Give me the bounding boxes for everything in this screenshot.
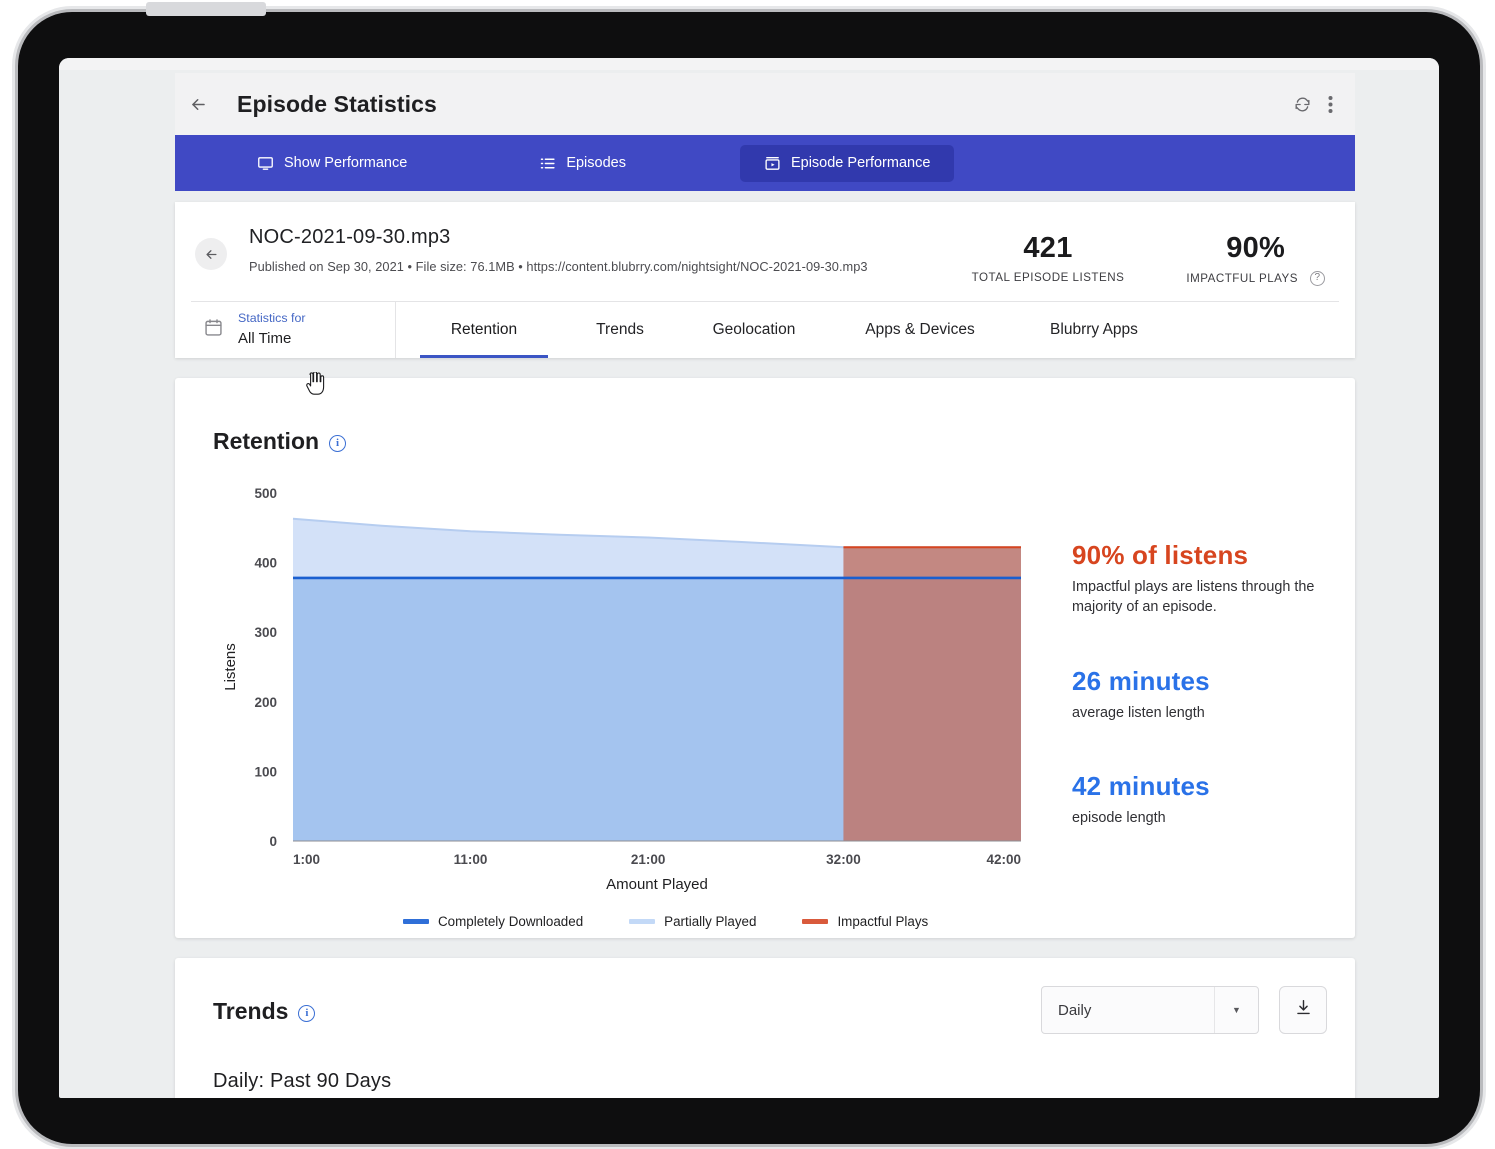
nav-item-show-performance-label: Show Performance: [284, 155, 408, 171]
archive-play-icon: [764, 155, 781, 172]
retention-kpi-list: 90% of listens Impactful plays are liste…: [1072, 540, 1332, 877]
legend-swatch: [802, 919, 829, 924]
legend-swatch: [629, 919, 656, 924]
stat-impactful-plays: 90% IMPACTFUL PLAYS ?: [1186, 232, 1325, 286]
trends-heading: Trends i: [213, 998, 316, 1025]
help-circle-icon[interactable]: ?: [1310, 271, 1325, 286]
list-icon: [539, 155, 556, 172]
header-actions: [1293, 95, 1355, 114]
chevron-down-icon[interactable]: ▼: [1214, 987, 1258, 1033]
svg-text:0: 0: [269, 834, 277, 849]
svg-text:300: 300: [254, 625, 277, 640]
kpi-episode-length: 42 minutes episode length: [1072, 771, 1332, 828]
trends-subheading: Daily: Past 90 Days: [213, 1070, 392, 1092]
subtab-apps-devices[interactable]: Apps & Devices: [844, 302, 996, 358]
legend-item-impactful-plays[interactable]: Impactful Plays: [802, 914, 928, 929]
episode-filename: NOC-2021-09-30.mp3: [249, 226, 451, 248]
svg-text:100: 100: [254, 764, 277, 779]
more-vertical-icon[interactable]: [1328, 95, 1333, 114]
legend-swatch: [403, 919, 429, 924]
nav-item-episodes-label: Episodes: [566, 155, 626, 171]
kpi-episode-length-value: 42 minutes: [1072, 771, 1210, 802]
svg-text:11:00: 11:00: [454, 852, 488, 867]
interval-select-value: Daily: [1058, 1001, 1092, 1019]
episode-stats: 421 TOTAL EPISODE LISTENS 90% IMPACTFUL …: [972, 226, 1325, 286]
retention-chart: 0 100 200 300 400 500 Listens 1:00 11:00 21:00 32:…: [213, 483, 1033, 903]
stat-total-episode-listens-value: 421: [1023, 232, 1073, 264]
legend-label: Completely Downloaded: [438, 914, 584, 929]
legend-label: Impactful Plays: [837, 914, 929, 929]
subtab-blubrry-apps[interactable]: Blubrry Apps: [1024, 302, 1164, 358]
episode-subline: Published on Sep 30, 2021 • File size: 7…: [249, 259, 868, 274]
nav-item-episodes[interactable]: Episodes: [521, 146, 644, 181]
date-range-text: Statistics for All Time: [238, 311, 305, 348]
legend-label: Partially Played: [664, 914, 757, 929]
stat-total-episode-listens: 421 TOTAL EPISODE LISTENS: [972, 232, 1125, 286]
kpi-average-listen-length-value: 26 minutes: [1072, 665, 1210, 696]
primary-nav-bar: Show Performance Episodes Episode Perfor…: [175, 135, 1355, 191]
kpi-average-listen-length-desc: average listen length: [1072, 704, 1205, 721]
svg-text:1:00: 1:00: [293, 852, 320, 867]
subtab-trends[interactable]: Trends: [574, 302, 666, 358]
episode-back-icon[interactable]: [195, 238, 227, 270]
legend-item-completely-downloaded[interactable]: Completely Downloaded: [403, 914, 583, 929]
app-header: Episode Statistics: [175, 73, 1355, 135]
trends-card: Trends i Daily: Past 90 Days Daily ▼: [175, 958, 1355, 1098]
episode-top-row: NOC-2021-09-30.mp3 Published on Sep 30, …: [175, 202, 1355, 286]
device-camera-notch: [146, 2, 266, 16]
svg-text:400: 400: [254, 556, 277, 571]
info-icon[interactable]: i: [329, 434, 347, 452]
svg-text:200: 200: [254, 695, 277, 710]
svg-text:42:00: 42:00: [986, 852, 1021, 867]
retention-card: Retention i 0 100 200 300 400 500 Listens 1:00 1…: [175, 378, 1355, 938]
date-range-value: All Time: [238, 329, 292, 347]
nav-item-episode-performance-label: Episode Performance: [790, 155, 931, 171]
svg-text:Amount Played: Amount Played: [606, 876, 708, 893]
retention-heading-label: Retention: [213, 428, 320, 454]
page-title: Episode Statistics: [237, 90, 437, 117]
background-page-edge: [59, 58, 1439, 70]
kpi-average-listen-length: 26 minutes average listen length: [1072, 666, 1332, 723]
stat-total-episode-listens-label: TOTAL EPISODE LISTENS: [971, 271, 1125, 284]
info-icon[interactable]: i: [298, 1004, 316, 1022]
retention-chart-svg: 0 100 200 300 400 500 Listens 1:00 11:00 21:00 32:…: [222, 486, 1021, 893]
refresh-icon[interactable]: [1293, 95, 1312, 114]
episode-meta: NOC-2021-09-30.mp3 Published on Sep 30, …: [249, 226, 868, 274]
date-range-picker[interactable]: Statistics for All Time: [191, 302, 396, 358]
nav-item-episode-performance[interactable]: Episode Performance: [739, 144, 955, 182]
tablet-device-frame: Episode Statistics Show Performance Epis…: [18, 2, 1480, 1144]
kpi-impactful-plays: 90% of listens Impactful plays are liste…: [1072, 540, 1332, 618]
subtab-retention[interactable]: Retention: [420, 302, 548, 358]
date-range-caption: Statistics for: [238, 311, 306, 326]
calendar-icon: [203, 317, 224, 343]
episode-summary-card: NOC-2021-09-30.mp3 Published on Sep 30, …: [175, 202, 1355, 358]
retention-heading: Retention i: [213, 428, 347, 455]
device-screen: Episode Statistics Show Performance Epis…: [59, 58, 1439, 1098]
trends-heading-label: Trends: [213, 998, 289, 1024]
svg-text:Listens: Listens: [222, 643, 239, 691]
download-icon: [1294, 998, 1313, 1022]
stat-impactful-plays-label: IMPACTFUL PLAYS: [1186, 272, 1298, 285]
trends-controls: Daily ▼: [1041, 986, 1327, 1034]
monitor-icon: [257, 155, 274, 172]
kpi-episode-length-desc: episode length: [1072, 810, 1166, 827]
kpi-impactful-plays-desc: Impactful plays are listens through the …: [1072, 579, 1315, 616]
stat-impactful-plays-label-row: IMPACTFUL PLAYS ?: [1186, 271, 1325, 286]
stat-impactful-plays-value: 90%: [1226, 232, 1286, 264]
download-button[interactable]: [1279, 986, 1327, 1034]
back-arrow-icon[interactable]: [181, 87, 215, 121]
interval-select[interactable]: Daily ▼: [1041, 986, 1259, 1034]
nav-item-show-performance[interactable]: Show Performance: [239, 146, 425, 181]
chart-legend: Completely Downloaded Partially Played Imp…: [403, 914, 928, 929]
kpi-impactful-plays-value: 90% of listens: [1072, 540, 1249, 570]
svg-text:500: 500: [254, 486, 277, 501]
svg-text:21:00: 21:00: [631, 852, 666, 867]
subtab-row: Statistics for All Time Retention Trends…: [191, 301, 1339, 358]
svg-text:32:00: 32:00: [826, 852, 861, 867]
legend-item-partially-played[interactable]: Partially Played: [629, 914, 756, 929]
subtab-geolocation[interactable]: Geolocation: [690, 302, 818, 358]
